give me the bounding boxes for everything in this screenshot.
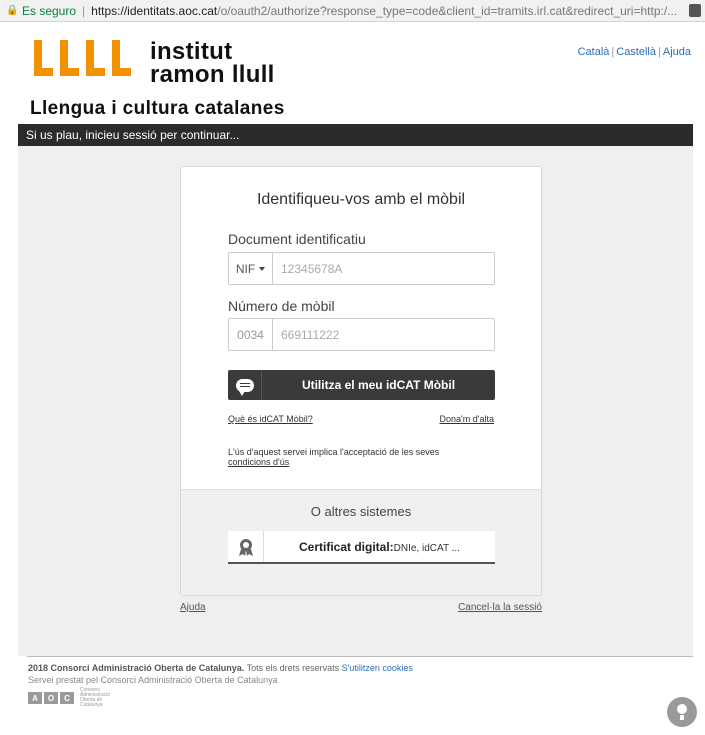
document-type-value: NIF [235, 261, 256, 276]
certificate-badge-icon [228, 531, 264, 562]
aoc-logo-a: A [28, 692, 42, 704]
aoc-logo-c: C [60, 692, 74, 704]
url-path: /o/oauth2/authorize?response_type=code&c… [217, 3, 678, 18]
footer-rights: Tots els drets reservats [246, 663, 340, 673]
aoc-logo-text: Consorci Administració Oberta de Catalun… [80, 687, 111, 708]
document-type-select[interactable]: NIF [229, 253, 273, 284]
phone-prefix: 0034 [229, 319, 273, 350]
signup-link[interactable]: Dona'm d'alta [440, 414, 494, 424]
terms-link[interactable]: condicions d'ús [228, 457, 289, 467]
lang-catala-link[interactable]: Català [578, 46, 610, 58]
other-systems-title: O altres sistemes [310, 504, 412, 519]
footer-divider [27, 656, 693, 657]
terms-notice: L'ús d'aquest servei implica l'acceptaci… [228, 447, 488, 467]
logo-line2: ramon llull [150, 61, 275, 88]
terms-text: L'ús d'aquest servei implica l'acceptaci… [228, 447, 440, 457]
phone-input[interactable] [273, 319, 494, 350]
cookies-link[interactable]: S'utilitzen cookies [342, 663, 413, 673]
other-systems-section: O altres sistemes Certificat digital:DNI… [181, 489, 541, 595]
aoc-logo-o: O [44, 692, 58, 704]
digital-certificate-label: Certificat digital:DNIe, idCAT ... [264, 540, 495, 554]
idcat-mobil-button-label: Utilitza el meu idCAT Mòbil [301, 378, 456, 392]
document-field: NIF [228, 252, 495, 285]
login-title: Identifiqueu-vos amb el mòbil [256, 191, 466, 208]
digital-certificate-button[interactable]: Certificat digital:DNIe, idCAT ... [228, 531, 495, 564]
help-link-top[interactable]: Ajuda [663, 46, 691, 58]
footer-copyright-line: 2018 Consorci Administració Oberta de Ca… [28, 663, 413, 673]
extension-icon[interactable] [689, 4, 701, 17]
login-banner: Si us plau, inicieu sessió per continuar… [18, 124, 693, 146]
help-link-bottom[interactable]: Ajuda [180, 602, 206, 613]
cert-label-rest: DNIe, idCAT ... [393, 542, 460, 554]
logo-line1: institut [150, 38, 233, 65]
address-separator: | [82, 3, 86, 18]
url-host: https://identitats.aoc.cat [91, 3, 218, 18]
chat-bubble-icon [228, 370, 262, 400]
footer-copyright: 2018 Consorci Administració Oberta de Ca… [28, 663, 245, 673]
cert-label-bold: Certificat digital: [298, 539, 394, 554]
footer-service: Servei prestat pel Consorci Administraci… [28, 675, 278, 685]
idcat-mobil-button[interactable]: Utilitza el meu idCAT Mòbil [228, 370, 495, 400]
site-header: institut ramon llull Llengua i cultura c… [0, 22, 705, 124]
help-bulb-icon[interactable] [667, 697, 697, 727]
language-links: Català | Castellà | Ajuda [577, 46, 691, 58]
document-label: Document identificatiu [228, 231, 366, 247]
chevron-down-icon [259, 266, 266, 271]
lang-castella-link[interactable]: Castellà [616, 46, 656, 58]
phone-field: 0034 [228, 318, 495, 351]
document-input[interactable] [273, 253, 494, 284]
cancel-session-link[interactable]: Cancel·la la sessió [458, 602, 542, 613]
tagline: Llengua i cultura catalanes [30, 98, 285, 119]
login-card: Identifiqueu-vos amb el mòbil Document i… [180, 166, 542, 596]
phone-label: Número de mòbil [228, 298, 335, 314]
logo-text: institut ramon llull [150, 38, 275, 88]
lock-icon: 🔒 [6, 5, 19, 16]
aoc-logo: A O C Consorci Administració Oberta de C… [28, 688, 120, 708]
what-is-idcat-link[interactable]: Què és idCAT Mòbil? [228, 414, 313, 424]
irl-logo-icon [34, 40, 131, 76]
secure-label: Es seguro [22, 3, 77, 18]
browser-address-bar[interactable]: 🔒 Es seguro | https://identitats.aoc.cat… [0, 0, 705, 22]
